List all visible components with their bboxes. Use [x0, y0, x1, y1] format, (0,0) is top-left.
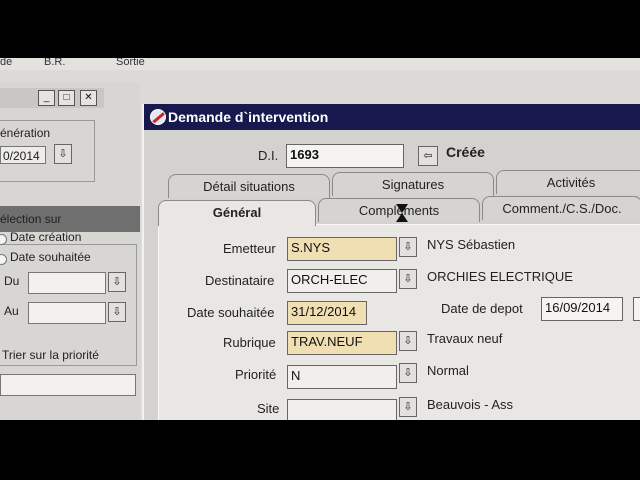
priorite-field[interactable]: N [287, 365, 397, 389]
di-number-field[interactable]: 1693 [286, 144, 404, 168]
radio-date-creation-label: Date création [10, 230, 82, 244]
emetteur-field[interactable]: S.NYS [287, 237, 397, 261]
rubrique-name: Travaux neuf [427, 331, 503, 346]
au-dropdown-button[interactable]: ⇩ [108, 302, 126, 322]
menu-item-sortie[interactable]: Sortie [116, 58, 145, 68]
di-label: D.I. [258, 148, 279, 163]
du-date-field[interactable] [28, 272, 106, 294]
site-field[interactable] [287, 399, 397, 420]
arrow-down-icon: ⇩ [403, 241, 413, 253]
du-label: Du [4, 274, 20, 288]
au-label: Au [4, 304, 19, 318]
du-dropdown-button[interactable]: ⇩ [108, 272, 126, 292]
status-label: Créée [446, 144, 485, 160]
dialog-title: Demande d`intervention [168, 109, 329, 125]
tab-comment-cs-doc[interactable]: Comment./C.S./Doc. [482, 196, 640, 220]
maximize-button[interactable]: □ [58, 90, 75, 106]
arrow-down-icon: ⇩ [403, 273, 413, 285]
generation-label: énération [0, 126, 51, 140]
priorite-dropdown-button[interactable]: ⇩ [399, 363, 417, 383]
minimize-button[interactable]: _ [38, 90, 55, 106]
arrow-down-icon: ⇩ [112, 276, 122, 288]
emetteur-label: Emetteur [223, 241, 276, 256]
app-icon [150, 109, 166, 125]
date-souhaitee-field[interactable]: 31/12/2014 [287, 301, 367, 325]
site-dropdown-button[interactable]: ⇩ [399, 397, 417, 417]
arrow-down-icon: ⇩ [112, 306, 122, 318]
date-souhaitee-label: Date souhaitée [187, 305, 275, 320]
menu-bar: de B.R. Sortie [0, 58, 640, 70]
dialog-titlebar: Demande d`intervention [144, 104, 640, 130]
back-arrow-button[interactable]: ⇦ [418, 146, 438, 166]
emetteur-dropdown-button[interactable]: ⇩ [399, 237, 417, 257]
rubrique-field[interactable]: TRAV.NEUF [287, 331, 397, 355]
background-window: _ □ ✕ énération 0/2014 ⇩ élection sur Da… [0, 82, 140, 420]
priorite-name: Normal [427, 363, 469, 378]
date-depot-extra-field[interactable] [633, 297, 640, 321]
generation-date-field[interactable]: 0/2014 [0, 146, 46, 164]
general-tab-panel: Emetteur S.NYS ⇩ NYS Sébastien Destinata… [158, 224, 640, 420]
arrow-down-icon: ⇩ [403, 367, 413, 379]
site-label: Site [257, 401, 280, 416]
au-date-field[interactable] [28, 302, 106, 324]
tab-general[interactable]: Général [158, 200, 316, 226]
arrow-down-icon: ⇩ [403, 401, 413, 413]
arrow-left-icon: ⇦ [423, 150, 433, 162]
site-name: Beauvois - Ass [427, 397, 513, 412]
tab-activites[interactable]: Activités [496, 170, 640, 194]
rubrique-dropdown-button[interactable]: ⇩ [399, 331, 417, 351]
tab-signatures[interactable]: Signatures [332, 172, 494, 196]
hourglass-cursor-icon [396, 204, 408, 222]
intervention-dialog: Demande d`intervention D.I. 1693 ⇦ Créée… [142, 104, 640, 420]
emetteur-name: NYS Sébastien [427, 237, 516, 252]
destinataire-name: ORCHIES ELECTRIQUE [427, 269, 573, 284]
rubrique-label: Rubrique [223, 335, 276, 350]
date-depot-field[interactable]: 16/09/2014 [541, 297, 623, 321]
arrow-down-icon: ⇩ [58, 148, 68, 160]
sort-priority-field[interactable] [0, 374, 136, 396]
selection-label: élection sur [0, 212, 62, 226]
destinataire-label: Destinataire [205, 273, 275, 288]
destinataire-field[interactable]: ORCH-ELEC [287, 269, 397, 293]
menu-item-br[interactable]: B.R. [44, 58, 65, 68]
arrow-down-icon: ⇩ [403, 335, 413, 347]
generation-dropdown-button[interactable]: ⇩ [54, 144, 72, 164]
close-button[interactable]: ✕ [80, 90, 97, 106]
menu-item[interactable]: de [0, 58, 12, 68]
destinataire-dropdown-button[interactable]: ⇩ [399, 269, 417, 289]
tab-detail-situations[interactable]: Détail situations [168, 174, 330, 198]
radio-date-souhaitee-label: Date souhaitée [10, 250, 91, 264]
desktop-screen: de B.R. Sortie _ □ ✕ énération 0/2014 ⇩ … [0, 58, 640, 420]
date-depot-label: Date de depot [441, 301, 523, 316]
background-window-titlebar: _ □ ✕ [0, 88, 104, 108]
priorite-label: Priorité [235, 367, 277, 382]
sort-priority-label: Trier sur la priorité [2, 348, 99, 362]
